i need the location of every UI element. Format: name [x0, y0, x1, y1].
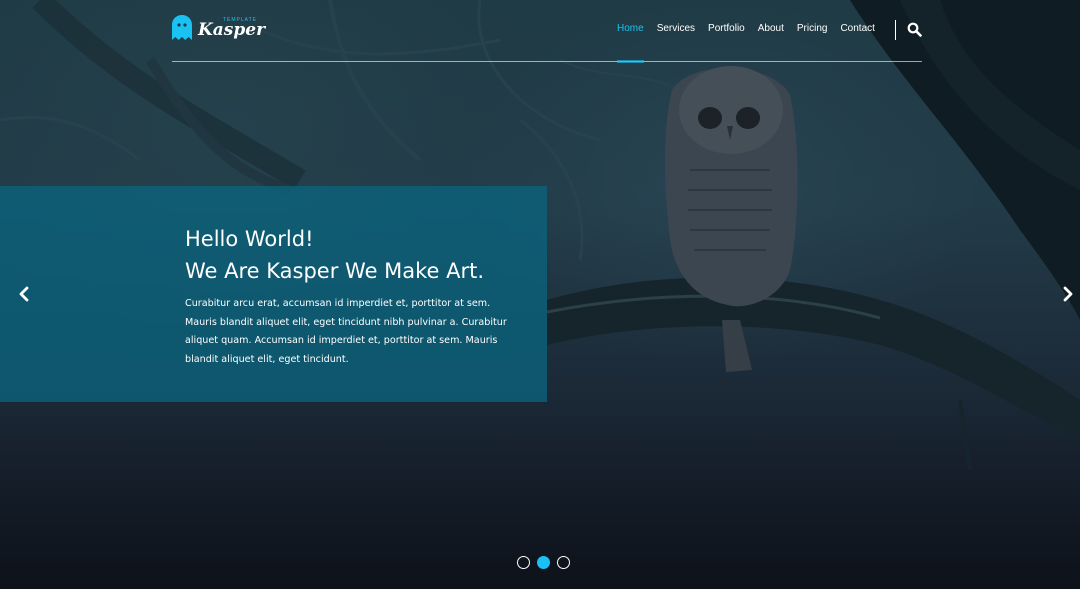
active-nav-indicator — [617, 60, 644, 63]
chevron-left-icon[interactable] — [17, 286, 31, 302]
slide-panel: Hello World! We Are Kasper We Make Art. … — [0, 186, 547, 402]
nav-portfolio[interactable]: Portfolio — [708, 23, 745, 34]
nav-about[interactable]: About — [758, 23, 784, 34]
carousel-bullet-3[interactable] — [557, 556, 570, 569]
nav-pricing[interactable]: Pricing — [797, 23, 828, 34]
nav-divider — [895, 20, 896, 40]
slide-heading-line2: We Are Kasper We Make Art. — [185, 259, 485, 283]
header-divider — [172, 61, 922, 62]
carousel-bullets — [517, 556, 577, 569]
main-nav: Home Services Portfolio About Pricing Co… — [617, 23, 888, 34]
nav-contact[interactable]: Contact — [840, 23, 874, 34]
nav-services[interactable]: Services — [657, 23, 695, 34]
ghost-icon — [172, 14, 192, 40]
slide-heading-line1: Hello World! — [185, 227, 314, 251]
logo[interactable]: TEMPLATE Kasper — [172, 14, 265, 40]
search-icon[interactable] — [907, 22, 922, 37]
logo-wordmark: TEMPLATE Kasper — [198, 14, 265, 40]
chevron-right-icon[interactable] — [1061, 286, 1075, 302]
carousel-bullet-2[interactable] — [537, 556, 550, 569]
nav-home[interactable]: Home — [617, 23, 644, 34]
carousel-bullet-1[interactable] — [517, 556, 530, 569]
slide-body: Curabitur arcu erat, accumsan id imperdi… — [185, 298, 507, 365]
slide-heading: Hello World! We Are Kasper We Make Art. — [185, 223, 484, 287]
logo-name: Kasper — [198, 20, 266, 40]
